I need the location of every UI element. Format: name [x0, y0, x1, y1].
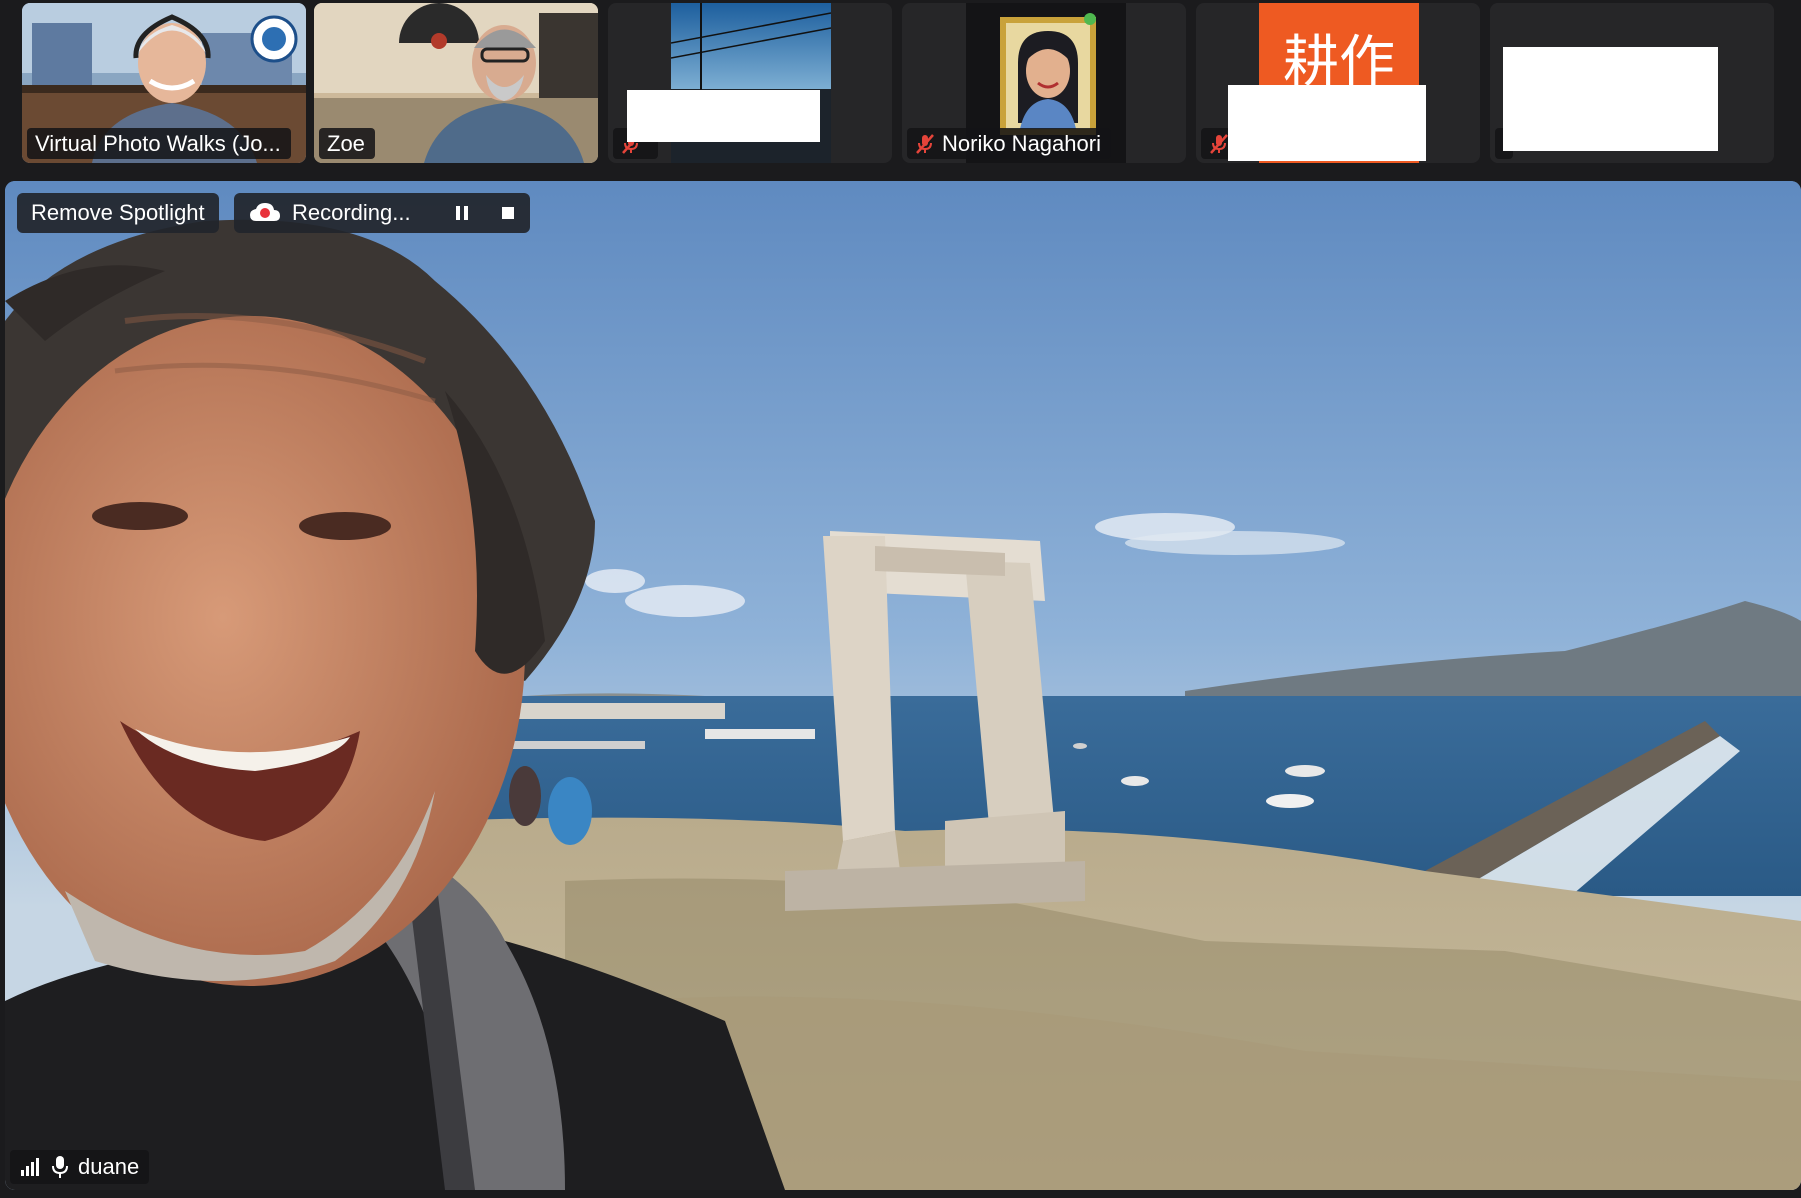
participant-tile-1[interactable]: Virtual Photo Walks (Jo... — [22, 3, 306, 163]
muted-microphone-icon — [916, 133, 934, 154]
speaker-name: duane — [78, 1154, 140, 1179]
pause-icon — [456, 206, 468, 220]
participant-tile-4[interactable]: Noriko Nagahori — [902, 3, 1186, 163]
speaker-name-tag: duane — [10, 1150, 150, 1184]
cloud-recording-icon — [250, 203, 280, 221]
microphone-icon — [52, 1156, 68, 1178]
spotlight-video-scene — [5, 181, 1801, 1190]
participant-name-2: Zoe — [327, 131, 365, 156]
participant-tile-2[interactable]: Zoe — [314, 3, 598, 163]
pause-recording-button[interactable] — [448, 199, 476, 227]
participant-name-tag-1: Virtual Photo Walks (Jo... — [27, 128, 291, 159]
stop-recording-button[interactable] — [494, 199, 522, 227]
participant-name-tag-2: Zoe — [319, 128, 375, 159]
remove-spotlight-label: Remove Spotlight — [31, 200, 205, 225]
recording-status-bar: Recording... — [234, 193, 530, 233]
signal-bars-icon — [21, 1158, 39, 1176]
participant-tile-3[interactable] — [608, 3, 892, 163]
redaction-box-3 — [627, 90, 820, 142]
participant-name-4: Noriko Nagahori — [942, 131, 1101, 156]
participant-name-tag-4: Noriko Nagahori — [907, 128, 1111, 159]
recording-label: Recording... — [292, 200, 411, 225]
stop-icon — [502, 207, 514, 219]
muted-microphone-icon — [1210, 133, 1228, 154]
redaction-box-6 — [1503, 47, 1718, 151]
participant-tile-6[interactable] — [1490, 3, 1774, 163]
video-sign-text: 耕作 — [1283, 30, 1395, 95]
participant-tile-5[interactable]: 耕作 — [1196, 3, 1480, 163]
redaction-box-5 — [1228, 85, 1426, 161]
remove-spotlight-button[interactable]: Remove Spotlight — [17, 193, 219, 233]
spotlight-video: Remove Spotlight Recording... duane — [5, 181, 1801, 1190]
participant-strip: Virtual Photo Walks (Jo... Zoe Noriko Na… — [0, 0, 1801, 178]
participant-name-1: Virtual Photo Walks (Jo... — [35, 131, 281, 156]
